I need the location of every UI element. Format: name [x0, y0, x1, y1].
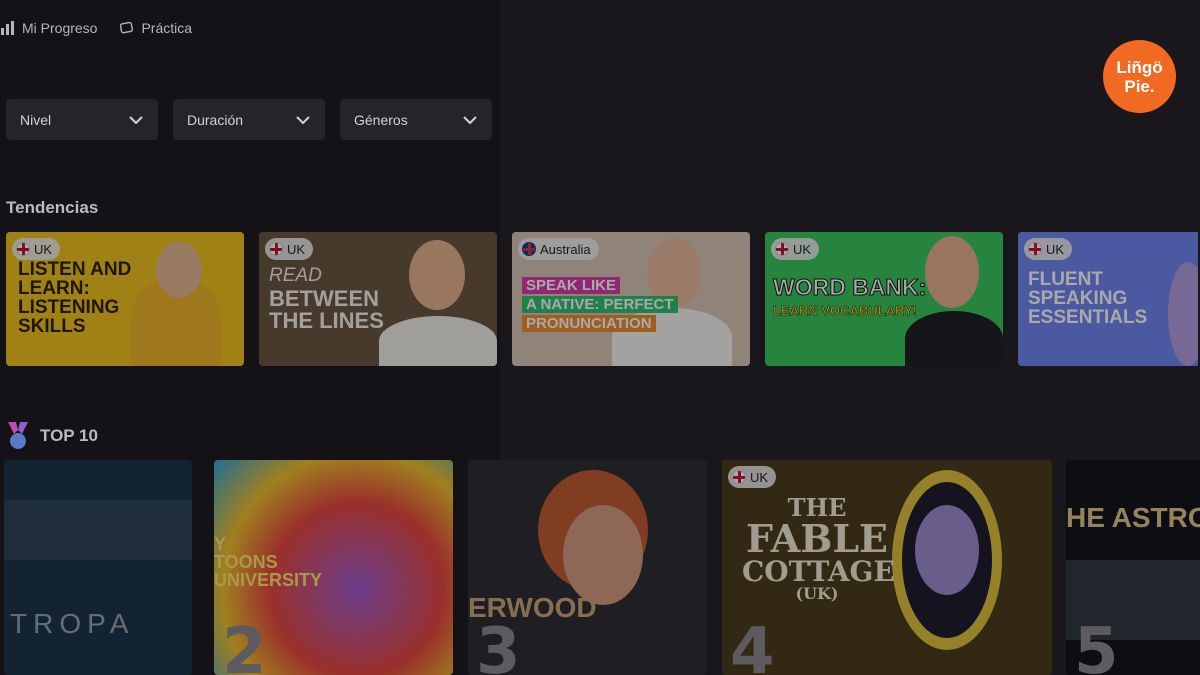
- trending-card[interactable]: Read Between the lines UK: [259, 232, 497, 366]
- trending-card[interactable]: Word bank: Learn vocabulary! UK: [765, 232, 1003, 366]
- chevron-down-icon: [296, 115, 310, 124]
- top10-card[interactable]: HE ASTRO 5: [1066, 460, 1200, 675]
- top10-card[interactable]: Y TOONS UNIVERSITY 2: [214, 460, 453, 675]
- trending-section-title: Tendencias: [6, 198, 99, 217]
- dim-overlay: [765, 232, 1003, 366]
- filter-genres-label: Géneros: [354, 111, 408, 128]
- dim-overlay: [1018, 232, 1198, 366]
- cards-icon: [120, 21, 134, 34]
- top10-card[interactable]: ERWOOD 3: [468, 460, 707, 675]
- nav-my-progress[interactable]: Mi Progreso: [0, 20, 97, 36]
- trending-card[interactable]: Fluent speaking essentials UK: [1018, 232, 1198, 366]
- trending-card[interactable]: Speak like a native: perfect pronunciati…: [512, 232, 750, 366]
- nav-my-progress-label: Mi Progreso: [22, 20, 98, 36]
- filter-duration-label: Duración: [187, 111, 244, 128]
- chevron-down-icon: [129, 115, 143, 124]
- nav-practice[interactable]: Práctica: [119, 20, 192, 36]
- dim-overlay: [259, 232, 497, 366]
- filter-level-dropdown[interactable]: Nivel: [6, 99, 158, 140]
- filter-duration-dropdown[interactable]: Duración: [173, 99, 325, 140]
- trending-card[interactable]: Listen and learn: listening skills UK: [6, 232, 244, 366]
- top10-title: TOP 10: [40, 426, 98, 445]
- logo-line1: Liñgö: [1116, 57, 1163, 77]
- dim-overlay: [4, 460, 192, 675]
- top10-card[interactable]: TROPA: [4, 460, 192, 675]
- dim-overlay: [6, 232, 244, 366]
- dim-overlay: [214, 460, 453, 675]
- top-navigation: Mi Progreso Práctica: [0, 20, 192, 36]
- nav-practice-label: Práctica: [141, 20, 193, 36]
- dim-overlay: [512, 232, 750, 366]
- dim-overlay: [1066, 460, 1200, 675]
- dim-overlay: [468, 460, 707, 675]
- logo-line2: Pie.: [1124, 76, 1155, 96]
- lingopie-logo[interactable]: Liñgö Pie.: [1103, 40, 1176, 113]
- filter-bar: Nivel Duración Géneros: [6, 99, 492, 140]
- top10-card[interactable]: THE FABLE COTTAGE (UK) UK 4: [722, 460, 1052, 675]
- filter-level-label: Nivel: [20, 111, 52, 128]
- trending-row: Listen and learn: listening skills UK Re…: [6, 232, 1198, 366]
- dim-overlay: [722, 460, 1052, 675]
- chevron-down-icon: [463, 115, 477, 124]
- medal-icon: [8, 422, 28, 449]
- bar-chart-icon: [1, 21, 14, 35]
- top10-section-header: TOP 10: [6, 422, 98, 450]
- filter-genres-dropdown[interactable]: Géneros: [340, 99, 492, 140]
